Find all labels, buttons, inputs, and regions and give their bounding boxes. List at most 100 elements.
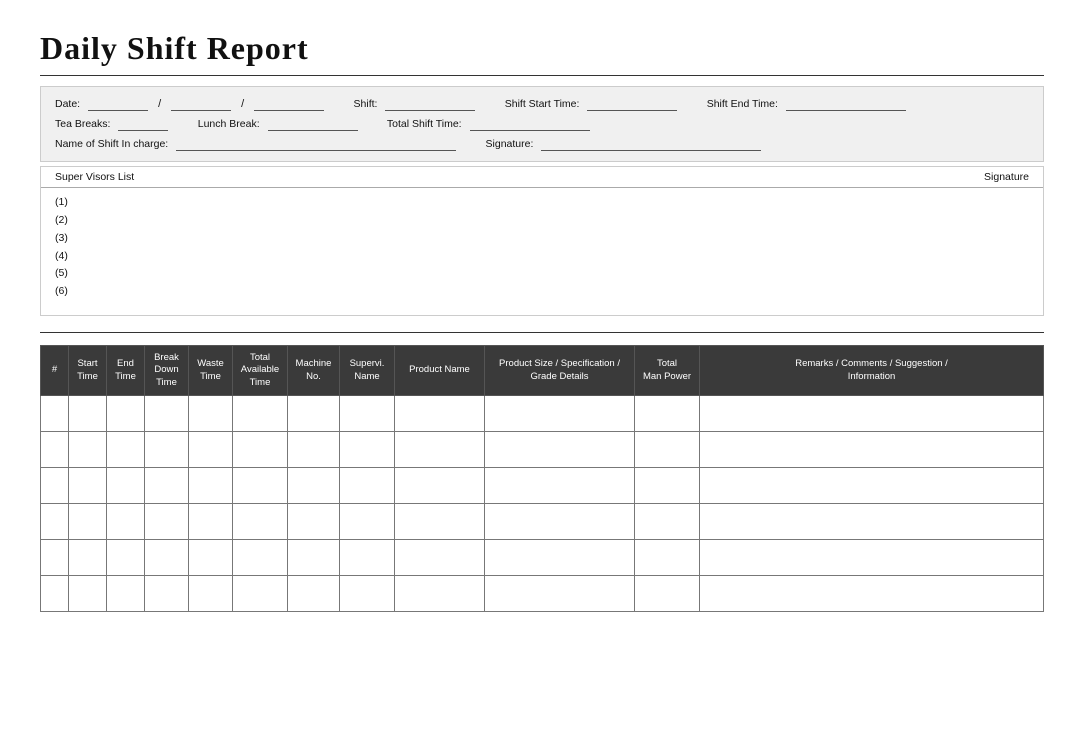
cell-hash-1[interactable] — [41, 396, 69, 432]
cell-totalman-1[interactable] — [635, 396, 700, 432]
cell-end-3[interactable] — [107, 468, 145, 504]
supervisors-signature-label: Signature — [984, 171, 1029, 183]
cell-start-6[interactable] — [69, 576, 107, 612]
cell-hash-5[interactable] — [41, 540, 69, 576]
cell-productname-4[interactable] — [395, 504, 485, 540]
cell-waste-6[interactable] — [189, 576, 233, 612]
cell-end-6[interactable] — [107, 576, 145, 612]
cell-hash-6[interactable] — [41, 576, 69, 612]
cell-supervi-3[interactable] — [340, 468, 395, 504]
signature-field[interactable] — [541, 137, 761, 151]
cell-machine-4[interactable] — [288, 504, 340, 540]
cell-machine-3[interactable] — [288, 468, 340, 504]
cell-productname-2[interactable] — [395, 432, 485, 468]
shift-end-label: Shift End Time: — [707, 98, 778, 110]
cell-breakdown-1[interactable] — [145, 396, 189, 432]
date-slash-1: / — [158, 98, 161, 110]
cell-remarks-6[interactable] — [700, 576, 1044, 612]
cell-remarks-2[interactable] — [700, 432, 1044, 468]
cell-supervi-2[interactable] — [340, 432, 395, 468]
date-field-2[interactable] — [171, 97, 231, 111]
col-header-start-time: StartTime — [69, 346, 107, 396]
cell-waste-1[interactable] — [189, 396, 233, 432]
cell-totalavail-3[interactable] — [233, 468, 288, 504]
cell-waste-2[interactable] — [189, 432, 233, 468]
cell-totalman-5[interactable] — [635, 540, 700, 576]
cell-productname-1[interactable] — [395, 396, 485, 432]
cell-remarks-3[interactable] — [700, 468, 1044, 504]
cell-totalavail-1[interactable] — [233, 396, 288, 432]
cell-breakdown-3[interactable] — [145, 468, 189, 504]
cell-productname-6[interactable] — [395, 576, 485, 612]
cell-end-2[interactable] — [107, 432, 145, 468]
header-row-1: Date: / / Shift: Shift Start Time: Shift… — [55, 97, 1029, 111]
cell-hash-4[interactable] — [41, 504, 69, 540]
cell-end-1[interactable] — [107, 396, 145, 432]
date-field-1[interactable] — [88, 97, 148, 111]
cell-breakdown-2[interactable] — [145, 432, 189, 468]
name-field[interactable] — [176, 137, 456, 151]
header-row-2: Tea Breaks: Lunch Break: Total Shift Tim… — [55, 117, 1029, 131]
supervisors-header: Super Visors List Signature — [41, 167, 1043, 188]
cell-totalavail-2[interactable] — [233, 432, 288, 468]
tea-breaks-label: Tea Breaks: — [55, 118, 110, 130]
table-row — [41, 540, 1044, 576]
cell-end-4[interactable] — [107, 504, 145, 540]
cell-breakdown-6[interactable] — [145, 576, 189, 612]
cell-breakdown-4[interactable] — [145, 504, 189, 540]
cell-waste-3[interactable] — [189, 468, 233, 504]
col-header-total-man: TotalMan Power — [635, 346, 700, 396]
cell-remarks-4[interactable] — [700, 504, 1044, 540]
table-row — [41, 432, 1044, 468]
shift-field[interactable] — [385, 97, 475, 111]
cell-machine-5[interactable] — [288, 540, 340, 576]
cell-hash-2[interactable] — [41, 432, 69, 468]
tea-breaks-field[interactable] — [118, 117, 168, 131]
cell-totalavail-6[interactable] — [233, 576, 288, 612]
supervisor-item-3: (3) — [55, 230, 1029, 248]
cell-waste-4[interactable] — [189, 504, 233, 540]
cell-remarks-5[interactable] — [700, 540, 1044, 576]
cell-remarks-1[interactable] — [700, 396, 1044, 432]
cell-totalavail-4[interactable] — [233, 504, 288, 540]
cell-start-5[interactable] — [69, 540, 107, 576]
cell-hash-3[interactable] — [41, 468, 69, 504]
cell-productsize-4[interactable] — [485, 504, 635, 540]
cell-machine-2[interactable] — [288, 432, 340, 468]
cell-productsize-5[interactable] — [485, 540, 635, 576]
cell-productsize-1[interactable] — [485, 396, 635, 432]
date-field-3[interactable] — [254, 97, 324, 111]
cell-totalavail-5[interactable] — [233, 540, 288, 576]
cell-totalman-4[interactable] — [635, 504, 700, 540]
cell-supervi-5[interactable] — [340, 540, 395, 576]
cell-totalman-6[interactable] — [635, 576, 700, 612]
cell-totalman-3[interactable] — [635, 468, 700, 504]
cell-productsize-3[interactable] — [485, 468, 635, 504]
cell-start-3[interactable] — [69, 468, 107, 504]
shift-end-field[interactable] — [786, 97, 906, 111]
lunch-break-field[interactable] — [268, 117, 358, 131]
cell-productname-5[interactable] — [395, 540, 485, 576]
total-shift-field[interactable] — [470, 117, 590, 131]
cell-productsize-6[interactable] — [485, 576, 635, 612]
name-label: Name of Shift In charge: — [55, 138, 168, 150]
cell-totalman-2[interactable] — [635, 432, 700, 468]
cell-productsize-2[interactable] — [485, 432, 635, 468]
cell-breakdown-5[interactable] — [145, 540, 189, 576]
shift-start-field[interactable] — [587, 97, 677, 111]
cell-start-2[interactable] — [69, 432, 107, 468]
cell-machine-1[interactable] — [288, 396, 340, 432]
cell-end-5[interactable] — [107, 540, 145, 576]
table-row — [41, 468, 1044, 504]
cell-start-1[interactable] — [69, 396, 107, 432]
cell-start-4[interactable] — [69, 504, 107, 540]
section-divider — [40, 332, 1044, 333]
cell-waste-5[interactable] — [189, 540, 233, 576]
cell-supervi-4[interactable] — [340, 504, 395, 540]
cell-productname-3[interactable] — [395, 468, 485, 504]
signature-label: Signature: — [486, 138, 534, 150]
cell-machine-6[interactable] — [288, 576, 340, 612]
cell-supervi-6[interactable] — [340, 576, 395, 612]
cell-supervi-1[interactable] — [340, 396, 395, 432]
shift-label: Shift: — [354, 98, 378, 110]
